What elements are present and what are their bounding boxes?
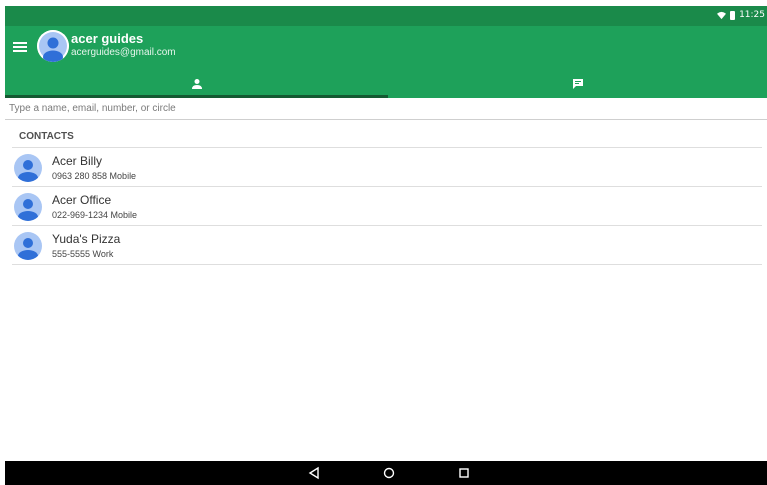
- list-item[interactable]: Acer Billy 0963 280 858 Mobile: [12, 148, 762, 187]
- person-avatar-icon: [18, 238, 38, 260]
- tab-chat[interactable]: [388, 70, 767, 98]
- app-window: 11:25 acer guides acerguides@gmail.com T…: [5, 6, 767, 485]
- contact-detail: 555-5555 Work: [52, 249, 114, 259]
- list-item[interactable]: Acer Office 022-969-1234 Mobile: [12, 187, 762, 226]
- hamburger-menu-icon[interactable]: [13, 42, 27, 54]
- person-avatar-icon: [18, 160, 38, 182]
- person-avatar-icon: [37, 30, 69, 62]
- wifi-icon: [717, 11, 727, 19]
- account-email: acerguides@gmail.com: [71, 47, 176, 58]
- home-icon[interactable]: [382, 466, 396, 480]
- contacts-section-header: CONTACTS: [19, 131, 74, 142]
- chat-icon: [572, 79, 583, 89]
- recents-icon[interactable]: [457, 466, 471, 480]
- status-icons: 11:25: [717, 10, 765, 20]
- contact-name: Acer Billy: [52, 154, 103, 168]
- person-icon: [191, 79, 202, 89]
- account-avatar[interactable]: [37, 30, 69, 62]
- contact-list: Acer Billy 0963 280 858 Mobile Acer Offi…: [12, 148, 762, 265]
- tab-people[interactable]: [5, 70, 388, 98]
- status-bar: 11:25: [5, 6, 767, 26]
- account-name: acer guides: [71, 31, 144, 46]
- contact-name: Yuda's Pizza: [52, 232, 121, 246]
- avatar: [14, 193, 42, 221]
- avatar: [14, 154, 42, 182]
- system-nav-bar: [5, 461, 767, 485]
- tab-bar: [5, 70, 767, 98]
- contact-detail: 022-969-1234 Mobile: [52, 210, 138, 220]
- list-item[interactable]: Yuda's Pizza 555-5555 Work: [12, 226, 762, 265]
- app-bar: acer guides acerguides@gmail.com: [5, 26, 767, 98]
- person-avatar-icon: [18, 199, 38, 221]
- status-time: 11:25: [739, 10, 765, 20]
- back-icon[interactable]: [307, 466, 321, 480]
- search-input[interactable]: [5, 98, 767, 120]
- avatar: [14, 232, 42, 260]
- contact-name: Acer Office: [52, 193, 112, 207]
- battery-icon: [730, 10, 736, 20]
- contact-detail: 0963 280 858 Mobile: [52, 171, 137, 181]
